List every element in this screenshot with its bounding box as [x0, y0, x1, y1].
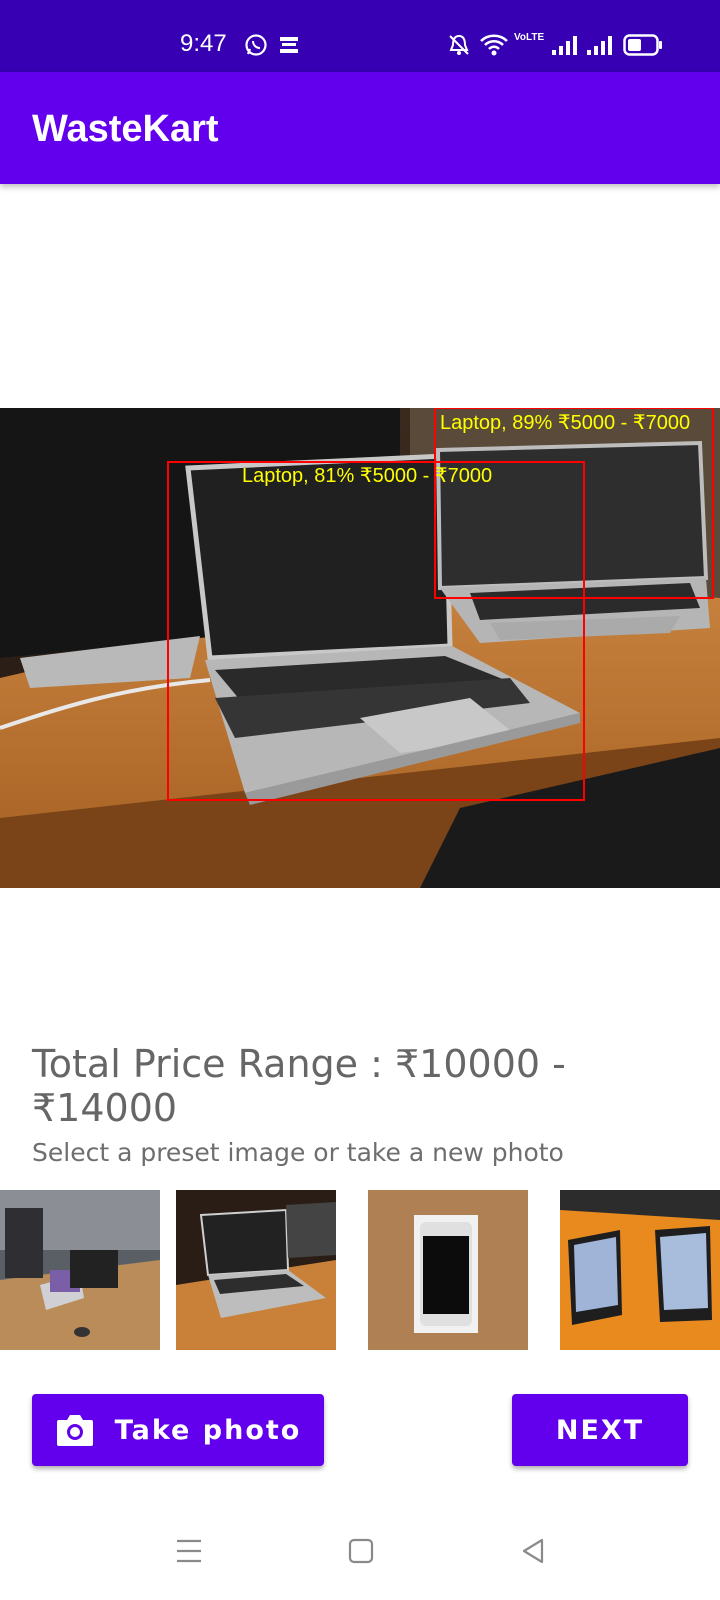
laptop-photo: Laptop, 81% ₹5000 - ₹7000 Laptop, 89% ₹5… [0, 408, 720, 888]
battery-icon [623, 34, 662, 56]
app-bar: WasteKart [0, 72, 720, 184]
mute-icon [449, 34, 469, 55]
preset-thumbnail-phones[interactable] [560, 1190, 720, 1350]
volte-icon: VoLTE [514, 32, 545, 43]
take-photo-button[interactable]: Take photo [32, 1394, 324, 1466]
detection-image: Laptop, 81% ₹5000 - ₹7000 Laptop, 89% ₹5… [0, 408, 720, 888]
signal-icon [552, 36, 577, 55]
detection-label: Laptop, 81% ₹5000 - ₹7000 [242, 465, 492, 487]
take-photo-label: Take photo [114, 1414, 302, 1446]
status-bar: 9:47 VoLTE [0, 0, 720, 72]
preset-image [368, 1190, 528, 1350]
back-icon[interactable] [520, 1538, 546, 1564]
app-title: WasteKart [32, 108, 219, 150]
preset-image [0, 1190, 160, 1350]
total-price-range: Total Price Range : ₹10000 - ₹14000 [32, 1042, 566, 1130]
signal-icon [587, 36, 612, 55]
camera-icon [56, 1415, 93, 1446]
preset-thumbnail-laptop[interactable] [176, 1190, 336, 1350]
preset-thumbnail-smartphone-box[interactable] [368, 1190, 528, 1350]
preset-hint: Select a preset image or take a new phot… [32, 1138, 564, 1167]
next-label: NEXT [555, 1414, 645, 1446]
wifi-icon [480, 34, 508, 56]
whatsapp-icon [245, 34, 267, 56]
detection-label: Laptop, 89% ₹5000 - ₹7000 [440, 412, 690, 434]
status-time: 9:47 [180, 30, 227, 57]
next-button[interactable]: NEXT [512, 1394, 688, 1466]
home-icon[interactable] [348, 1538, 374, 1564]
preset-image [176, 1190, 336, 1350]
news-app-icon [280, 37, 298, 53]
preset-thumbnail-office-laptops[interactable] [0, 1190, 160, 1350]
menu-icon[interactable] [176, 1538, 202, 1564]
preset-image [560, 1190, 720, 1350]
